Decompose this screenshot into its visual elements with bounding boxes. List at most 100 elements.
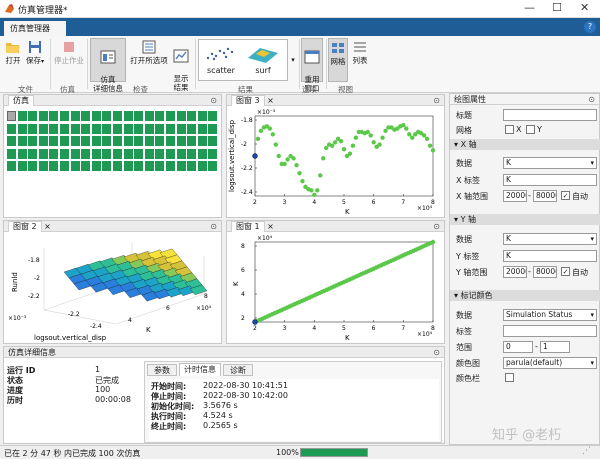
simulation-run-cell[interactable]	[38, 123, 48, 134]
plot-title-input[interactable]	[503, 109, 597, 121]
panel-menu-icon[interactable]: ⊙	[433, 347, 440, 358]
gallery-surf[interactable]: surf	[243, 42, 283, 80]
tab-parameters[interactable]: 参数	[147, 364, 177, 376]
simulation-run-cell[interactable]	[208, 161, 218, 171]
simulation-run-cell[interactable]	[38, 136, 48, 146]
simulation-run-cell[interactable]	[144, 111, 154, 121]
simulation-run-cell[interactable]	[81, 161, 91, 171]
simulation-run-cell[interactable]	[91, 123, 101, 134]
simulation-run-cell[interactable]	[60, 161, 69, 171]
tab-simulation-manager[interactable]: 仿真管理器	[4, 21, 66, 36]
resize-grip-icon[interactable]: ⋰	[582, 446, 591, 456]
simulation-run-cell[interactable]	[166, 123, 175, 134]
simulation-run-cell[interactable]	[113, 136, 122, 146]
simulation-run-cell[interactable]	[197, 161, 207, 171]
simulation-run-cell[interactable]	[91, 161, 101, 171]
color-data-select[interactable]: Simulation Status	[503, 309, 597, 321]
simulation-run-cell[interactable]	[123, 148, 133, 159]
simulation-run-cell[interactable]	[102, 123, 112, 134]
simulation-run-cell[interactable]	[123, 136, 133, 146]
simulation-run-cell[interactable]	[17, 136, 27, 146]
grid-view-button[interactable]: 网格	[328, 38, 348, 82]
simulation-run-cell[interactable]	[187, 136, 197, 146]
list-view-button[interactable]: 列表	[350, 40, 370, 65]
simulation-run-cell[interactable]	[81, 148, 91, 159]
simulation-run-cell[interactable]	[91, 111, 101, 121]
y-data-select[interactable]: K	[503, 233, 597, 245]
simulation-run-cell[interactable]	[38, 148, 48, 159]
simulation-run-cell[interactable]	[166, 136, 175, 146]
simulation-run-cell[interactable]	[70, 111, 80, 121]
simulation-run-cell[interactable]	[102, 161, 112, 171]
panel-menu-icon[interactable]: ⊙	[433, 95, 440, 106]
simulation-run-cell[interactable]	[197, 123, 207, 134]
simulation-run-cell[interactable]	[49, 136, 59, 146]
simulation-run-cell[interactable]	[155, 136, 165, 146]
simulation-run-cell[interactable]	[28, 123, 38, 134]
simulation-run-cell[interactable]	[197, 136, 207, 146]
gallery-scatter[interactable]: scatter	[201, 42, 241, 80]
simulation-run-cell[interactable]	[7, 136, 16, 146]
y-label-input[interactable]: K	[503, 250, 597, 262]
color-label-input[interactable]	[503, 325, 597, 337]
colormap-select[interactable]: parula(default)	[503, 357, 597, 369]
simulation-run-cell[interactable]	[81, 136, 91, 146]
simulation-run-cell[interactable]	[17, 148, 27, 159]
simulation-run-cell[interactable]	[70, 148, 80, 159]
simulation-run-cell[interactable]	[166, 111, 175, 121]
tab-figure-3[interactable]: 图窗 3	[231, 95, 265, 106]
simulation-run-cell[interactable]	[113, 148, 122, 159]
simulation-run-cell[interactable]	[7, 148, 16, 159]
simulation-run-cell[interactable]	[49, 148, 59, 159]
panel-menu-icon[interactable]: ⊙	[433, 221, 440, 232]
simulation-run-cell[interactable]	[28, 136, 38, 146]
simulation-run-cell[interactable]	[134, 148, 144, 159]
simulation-run-cell[interactable]	[176, 161, 186, 171]
panel-menu-icon[interactable]: ⊙	[210, 95, 217, 106]
stop-job-button[interactable]: 停止作业	[54, 40, 84, 65]
simulation-run-cell[interactable]	[49, 123, 59, 134]
grid-y-checkbox[interactable]	[526, 125, 535, 134]
x-label-input[interactable]: K	[503, 174, 597, 186]
simulation-run-cell[interactable]	[7, 161, 16, 171]
simulation-run-cell[interactable]	[38, 111, 48, 121]
simulation-run-cell[interactable]	[208, 111, 218, 121]
simulation-run-cell[interactable]	[91, 148, 101, 159]
maximize-button[interactable]: ☐	[552, 1, 562, 14]
simulation-run-cell[interactable]	[187, 161, 197, 171]
simulation-run-cell[interactable]	[134, 136, 144, 146]
tab-timing[interactable]: 计时信息	[179, 363, 221, 376]
simulation-run-cell[interactable]	[144, 148, 154, 159]
simulation-run-cell[interactable]	[81, 123, 91, 134]
tab-figure-1[interactable]: 图窗 1	[231, 221, 265, 232]
simulation-run-cell[interactable]	[123, 111, 133, 121]
simulation-run-cell[interactable]	[81, 111, 91, 121]
x-min-input[interactable]: 20000	[503, 190, 527, 202]
simulation-run-cell[interactable]	[17, 123, 27, 134]
colorbar-checkbox[interactable]	[505, 373, 514, 382]
color-max-input[interactable]: 1	[540, 341, 570, 353]
simulation-run-cell[interactable]	[187, 123, 197, 134]
reuse-window-button[interactable]: 重用 窗口	[301, 38, 323, 93]
simulation-run-cell[interactable]	[155, 148, 165, 159]
simulation-run-cell[interactable]	[49, 161, 59, 171]
simulation-run-cell[interactable]	[113, 111, 122, 121]
close-button[interactable]: ✕	[580, 1, 589, 14]
simulation-run-cell[interactable]	[70, 136, 80, 146]
x-axis-section[interactable]: ▾ X 轴	[450, 139, 600, 150]
simulation-run-cell[interactable]	[102, 148, 112, 159]
simulation-run-cell[interactable]	[208, 148, 218, 159]
simulation-run-cell[interactable]	[49, 111, 59, 121]
simulation-run-cell[interactable]	[70, 161, 80, 171]
simulation-run-cell[interactable]	[197, 111, 207, 121]
gallery-expand-icon[interactable]: ▾	[289, 39, 297, 81]
simulation-run-cell[interactable]	[17, 161, 27, 171]
simulation-run-cell[interactable]	[60, 111, 69, 121]
panel-menu-icon[interactable]: ⊙	[210, 221, 217, 232]
simulation-run-cell[interactable]	[176, 111, 186, 121]
y-max-input[interactable]: 80000	[533, 266, 557, 278]
simulation-run-cell[interactable]	[134, 123, 144, 134]
simulation-run-cell[interactable]	[144, 136, 154, 146]
y-auto-checkbox[interactable]: ✓	[561, 267, 570, 276]
simulation-run-cell[interactable]	[155, 161, 165, 171]
